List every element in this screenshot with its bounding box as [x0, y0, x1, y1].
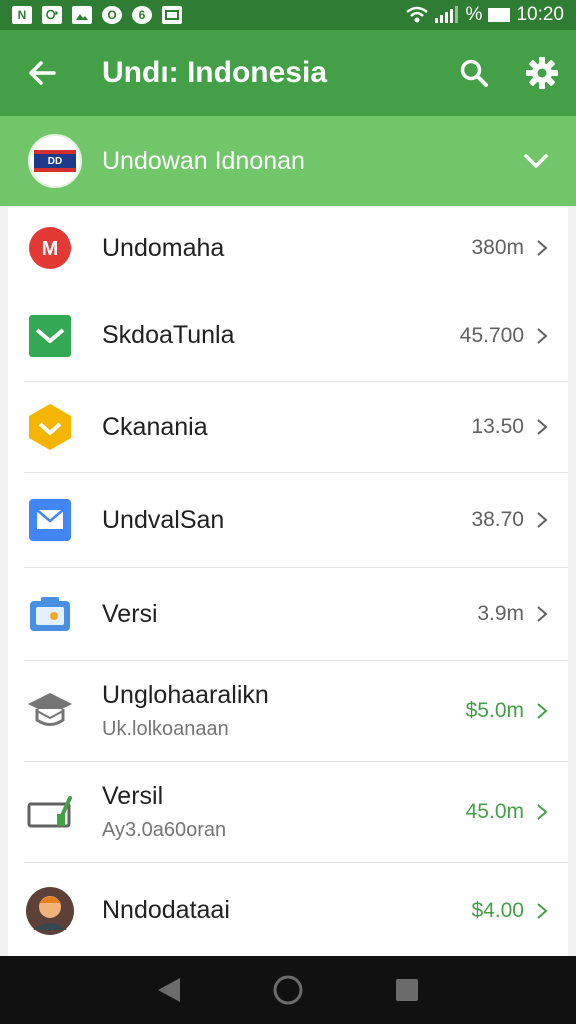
- system-nav-bar: [0, 956, 576, 1024]
- flag-avatar: DD: [28, 134, 82, 188]
- item-value: 13.50: [471, 415, 524, 438]
- chevron-right-icon: [530, 602, 554, 626]
- app-bar: Undı: Indonesia: [0, 30, 576, 116]
- nav-home-button[interactable]: [264, 966, 312, 1014]
- item-name: Nndodataai: [102, 896, 230, 924]
- item-name: Versi: [102, 599, 158, 628]
- blue-camera-icon: [24, 588, 76, 640]
- section-header[interactable]: DD Undowan Idnonan: [0, 116, 576, 206]
- item-name: Versil: [102, 782, 164, 810]
- system-icons: % 10:20: [405, 4, 564, 26]
- section-title: Undowan Idnonan: [102, 146, 305, 175]
- item-subtitle: Ay3.0a60oran: [102, 819, 227, 841]
- item-name: Unglohaaralikn: [102, 681, 269, 709]
- gear-icon: [526, 57, 558, 89]
- yellow-hex-icon: [24, 401, 76, 453]
- chevron-right-icon: [530, 415, 554, 439]
- chevron-right-icon: [530, 324, 554, 348]
- percent-glyph: %: [465, 4, 483, 25]
- list-item[interactable]: UndvalSan 38.70: [24, 473, 568, 568]
- list-item[interactable]: SkdoaTunla 45.700: [24, 290, 568, 382]
- square-recents-icon: [395, 979, 418, 1001]
- list-item[interactable]: Unglohaaralikn Uk.lolkoanaan $5.0m: [24, 661, 568, 762]
- list-item[interactable]: Versi 3.9m: [24, 568, 568, 661]
- list-item[interactable]: Ckanania 13.50: [24, 382, 568, 473]
- notification-image-icon: [72, 6, 92, 24]
- notification-n-icon: N: [12, 6, 32, 24]
- chevron-down-icon: [524, 154, 548, 168]
- chevron-right-icon: [530, 899, 554, 923]
- notification-window-icon: [162, 6, 182, 24]
- item-value: $4.00: [471, 898, 524, 922]
- settings-button[interactable]: [508, 30, 576, 116]
- item-value: 380m: [471, 236, 524, 259]
- item-name: UndvalSan: [102, 505, 225, 534]
- edit-screen-icon: [24, 786, 76, 838]
- notification-o-icon: O: [102, 6, 122, 24]
- expand-button[interactable]: [496, 116, 576, 206]
- flag-icon: DD: [34, 150, 76, 172]
- item-value: 38.70: [471, 508, 524, 531]
- chevron-right-icon: [530, 699, 554, 723]
- chevron-right-icon: [530, 800, 554, 824]
- item-value: $5.0m: [465, 699, 524, 722]
- person-avatar-icon: [24, 885, 76, 937]
- item-name: Undomaha: [102, 233, 225, 262]
- nav-back-button[interactable]: [145, 966, 193, 1014]
- list-item[interactable]: M Undomaha 380m: [24, 206, 568, 290]
- triangle-back-icon: [158, 978, 181, 1002]
- item-list: M Undomaha 380m SkdoaTunla 45.700 Ckanan…: [8, 206, 568, 956]
- item-value: 45.0m: [465, 800, 524, 823]
- green-mail-icon: [24, 310, 76, 362]
- red-m-icon: M: [24, 222, 76, 274]
- nav-recents-button[interactable]: [383, 966, 431, 1014]
- item-subtitle: Uk.lolkoanaan: [102, 718, 229, 740]
- search-button[interactable]: [440, 30, 508, 116]
- notification-icons: N Ꭴ O 6: [12, 6, 182, 24]
- chevron-right-icon: [530, 508, 554, 532]
- blue-mail-icon: [24, 494, 76, 546]
- list-item[interactable]: Versil Ay3.0a60oran 45.0m: [24, 762, 568, 863]
- arrow-left-icon: [29, 61, 56, 85]
- item-value: 3.9m: [477, 602, 524, 625]
- wifi-icon: [405, 6, 428, 23]
- item-value: 45.700: [459, 323, 524, 347]
- chevron-right-icon: [530, 236, 554, 260]
- search-icon: [460, 59, 488, 87]
- svg-text:M: M: [42, 238, 59, 260]
- status-time: 10:20: [516, 4, 564, 25]
- circle-home-icon: [273, 975, 303, 1005]
- list-item[interactable]: Nndodataai $4.00: [24, 863, 568, 956]
- item-name: SkdoaTunla: [102, 321, 235, 349]
- item-name: Ckanania: [102, 412, 208, 441]
- page-title: Undı: Indonesia: [102, 56, 327, 89]
- signal-icon: [434, 6, 458, 23]
- back-button[interactable]: [0, 30, 84, 116]
- battery-icon: [488, 8, 511, 22]
- graduation-cap-icon: [24, 685, 76, 737]
- status-bar: N Ꭴ O 6 % 10:20: [0, 0, 576, 30]
- notification-6-icon: 6: [132, 6, 152, 24]
- notification-app-icon: Ꭴ: [42, 6, 62, 24]
